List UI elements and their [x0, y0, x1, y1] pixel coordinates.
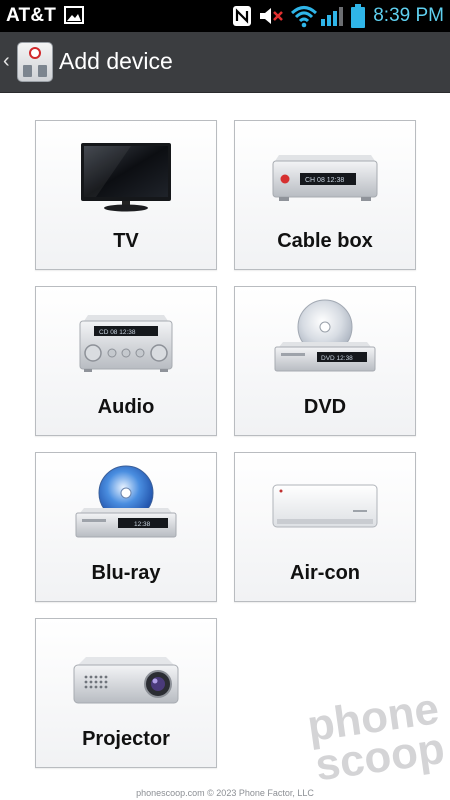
device-tile-tv[interactable]: TV [35, 120, 217, 270]
audio-display-text: CD 08 12:38 [99, 329, 136, 336]
mute-icon [260, 8, 283, 24]
image-icon [64, 6, 84, 24]
cable-display-text: CH 08 12:38 [305, 177, 344, 184]
device-label: Cable box [277, 230, 373, 252]
air-con-icon [272, 484, 378, 528]
device-label: Audio [97, 396, 155, 418]
phonescoop-watermark: phone scoop [304, 684, 447, 790]
footer-credit: phonescoop.com © 2023 Phone Factor, LLC [136, 788, 314, 798]
cable-box-icon: CH 08 12:38 [272, 155, 378, 201]
dvd-icon: DVD 12:38 [274, 299, 376, 372]
projector-icon [73, 657, 179, 704]
device-label: Blu-ray [91, 562, 161, 584]
carrier-label: AT&T [6, 5, 57, 26]
wifi-icon [290, 6, 318, 28]
signal-icon [321, 7, 343, 26]
device-tile-cable-box[interactable]: CH 08 12:38 Cable box [234, 120, 416, 270]
dvd-display-text: DVD 12:38 [321, 355, 353, 362]
device-label: DVD [303, 396, 347, 418]
remote-button-icon [38, 65, 47, 77]
status-bar: AT&T 8:39 PM [0, 0, 450, 32]
device-tile-blu-ray[interactable]: 12:38 Blu-ray [35, 452, 217, 602]
device-tile-projector[interactable]: Projector [35, 618, 217, 768]
device-label: TV [113, 230, 139, 252]
device-label: Projector [82, 728, 170, 750]
page-title: Add device [59, 48, 173, 74]
battery-icon [351, 4, 365, 28]
tv-icon [81, 143, 171, 212]
device-tile-air-con[interactable]: Air-con [234, 452, 416, 602]
blu-ray-icon: 12:38 [75, 465, 177, 538]
device-tile-dvd[interactable]: DVD 12:38 DVD [234, 286, 416, 436]
clock: 8:39 PM [373, 5, 444, 26]
action-bar: ‹ Add device [0, 32, 450, 93]
chevron-left-icon[interactable]: ‹ [3, 50, 10, 73]
device-label: Air-con [290, 562, 360, 584]
nfc-icon [233, 6, 251, 26]
audio-icon: CD 08 12:38 [79, 315, 173, 372]
device-tile-audio[interactable]: CD 08 12:38 Audio [35, 286, 217, 436]
power-icon [29, 47, 41, 59]
remote-button-icon [23, 65, 32, 77]
remote-control-icon[interactable] [17, 42, 53, 82]
blu-ray-display-text: 12:38 [134, 521, 151, 528]
